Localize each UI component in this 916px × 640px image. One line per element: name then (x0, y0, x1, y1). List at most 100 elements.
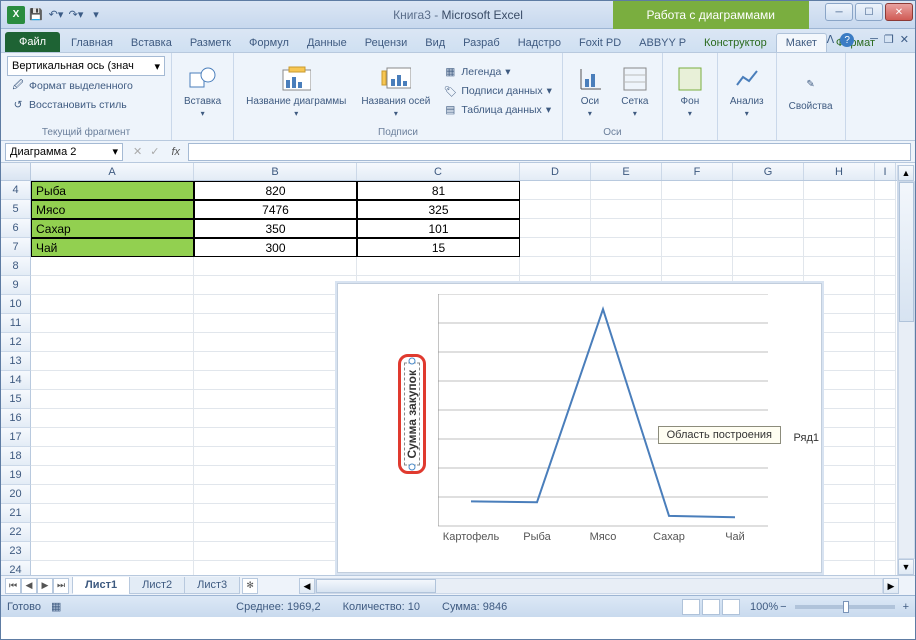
cell-B11[interactable] (194, 314, 357, 333)
row-header-17[interactable]: 17 (1, 428, 31, 447)
view-page-break-button[interactable] (722, 599, 740, 615)
view-page-layout-button[interactable] (702, 599, 720, 615)
cell-C7[interactable]: 15 (357, 238, 520, 257)
row-header-13[interactable]: 13 (1, 352, 31, 371)
row-header-4[interactable]: 4 (1, 181, 31, 200)
cell-B15[interactable] (194, 390, 357, 409)
cell-B21[interactable] (194, 504, 357, 523)
row-header-10[interactable]: 10 (1, 295, 31, 314)
doc-close-icon[interactable]: ✕ (900, 33, 909, 47)
row-header-11[interactable]: 11 (1, 314, 31, 333)
cell-I20[interactable] (875, 485, 896, 504)
chart-element-selector[interactable]: Вертикальная ось (знач▾ (7, 56, 165, 76)
row-header-19[interactable]: 19 (1, 466, 31, 485)
col-header-A[interactable]: A (31, 163, 194, 180)
excel-icon[interactable]: X (7, 6, 25, 24)
cell-I15[interactable] (875, 390, 896, 409)
tab-Разметк[interactable]: Разметк (181, 34, 240, 52)
row-header-15[interactable]: 15 (1, 390, 31, 409)
sheet-nav-first[interactable]: ⏮ (5, 578, 21, 594)
data-labels-button[interactable]: 🏷Подписи данных ▾ (439, 82, 556, 100)
cell-C8[interactable] (357, 257, 520, 276)
data-series-line[interactable] (471, 309, 735, 517)
cell-B9[interactable] (194, 276, 357, 295)
legend-button[interactable]: ▦Легенда ▾ (439, 63, 556, 81)
cell-F5[interactable] (662, 200, 733, 219)
cell-I14[interactable] (875, 371, 896, 390)
maximize-button[interactable]: ☐ (855, 3, 883, 21)
cell-D5[interactable] (520, 200, 591, 219)
tab-Конструктор[interactable]: Конструктор (695, 34, 776, 52)
analysis-button[interactable]: Анализ▾ (724, 56, 770, 126)
zoom-out-button[interactable]: − (780, 601, 786, 613)
macro-record-icon[interactable]: ▦ (51, 600, 61, 613)
cell-I24[interactable] (875, 561, 896, 575)
cell-A24[interactable] (31, 561, 194, 575)
save-icon[interactable]: 💾 (27, 6, 45, 24)
cell-B18[interactable] (194, 447, 357, 466)
cell-I5[interactable] (875, 200, 896, 219)
cell-B20[interactable] (194, 485, 357, 504)
cell-H8[interactable] (804, 257, 875, 276)
cell-A10[interactable] (31, 295, 194, 314)
reset-style-button[interactable]: ↺Восстановить стиль (7, 96, 165, 114)
tab-ABBYY P[interactable]: ABBYY P (630, 34, 695, 52)
cell-C5[interactable]: 325 (357, 200, 520, 219)
col-header-G[interactable]: G (733, 163, 804, 180)
cell-B14[interactable] (194, 371, 357, 390)
chart-title-button[interactable]: Название диаграммы▾ (240, 56, 352, 126)
sheet-nav-prev[interactable]: ◀ (21, 578, 37, 594)
cell-D8[interactable] (520, 257, 591, 276)
tab-Макет[interactable]: Макет (776, 33, 827, 52)
tab-Разраб[interactable]: Разраб (454, 34, 509, 52)
tab-Главная[interactable]: Главная (62, 34, 122, 52)
enter-formula-icon[interactable]: ✓ (150, 145, 159, 158)
redo-icon[interactable]: ↷▾ (67, 6, 85, 24)
cell-F4[interactable] (662, 181, 733, 200)
close-button[interactable]: ✕ (885, 3, 913, 21)
zoom-slider[interactable] (795, 605, 895, 609)
tab-Вид[interactable]: Вид (416, 34, 454, 52)
background-button[interactable]: Фон▾ (669, 56, 711, 126)
sheet-nav-last[interactable]: ⏭ (53, 578, 69, 594)
cell-I8[interactable] (875, 257, 896, 276)
cell-B4[interactable]: 820 (194, 181, 357, 200)
minimize-ribbon-icon[interactable]: ᐱ (827, 33, 835, 47)
col-header-E[interactable]: E (591, 163, 662, 180)
cell-C4[interactable]: 81 (357, 181, 520, 200)
embedded-chart[interactable]: 010002000300040005000600070008000 Картоф… (337, 283, 822, 573)
cell-A14[interactable] (31, 371, 194, 390)
cell-I12[interactable] (875, 333, 896, 352)
fx-icon[interactable]: fx (171, 146, 180, 158)
row-header-24[interactable]: 24 (1, 561, 31, 575)
cell-I23[interactable] (875, 542, 896, 561)
row-header-5[interactable]: 5 (1, 200, 31, 219)
undo-icon[interactable]: ↶▾ (47, 6, 65, 24)
cell-F7[interactable] (662, 238, 733, 257)
new-sheet-button[interactable]: ✻ (242, 578, 258, 594)
horizontal-scrollbar[interactable]: ◀ ▶ (299, 578, 899, 594)
cell-E5[interactable] (591, 200, 662, 219)
cell-I6[interactable] (875, 219, 896, 238)
col-header-C[interactable]: C (357, 163, 520, 180)
gridlines-button[interactable]: Сетка▾ (614, 56, 656, 126)
cell-G8[interactable] (733, 257, 804, 276)
cell-A22[interactable] (31, 523, 194, 542)
cell-A23[interactable] (31, 542, 194, 561)
tab-Формул[interactable]: Формул (240, 34, 298, 52)
cell-H7[interactable] (804, 238, 875, 257)
axis-titles-button[interactable]: Названия осей▾ (355, 56, 436, 126)
tab-Foxit PD[interactable]: Foxit PD (570, 34, 630, 52)
cell-B8[interactable] (194, 257, 357, 276)
cell-E8[interactable] (591, 257, 662, 276)
doc-minimize-icon[interactable]: ─ (870, 33, 878, 47)
cell-G7[interactable] (733, 238, 804, 257)
cell-I11[interactable] (875, 314, 896, 333)
cell-D6[interactable] (520, 219, 591, 238)
row-header-14[interactable]: 14 (1, 371, 31, 390)
row-header-16[interactable]: 16 (1, 409, 31, 428)
cell-E4[interactable] (591, 181, 662, 200)
cell-E6[interactable] (591, 219, 662, 238)
cell-A5[interactable]: Мясо (31, 200, 194, 219)
sheet-nav-next[interactable]: ▶ (37, 578, 53, 594)
